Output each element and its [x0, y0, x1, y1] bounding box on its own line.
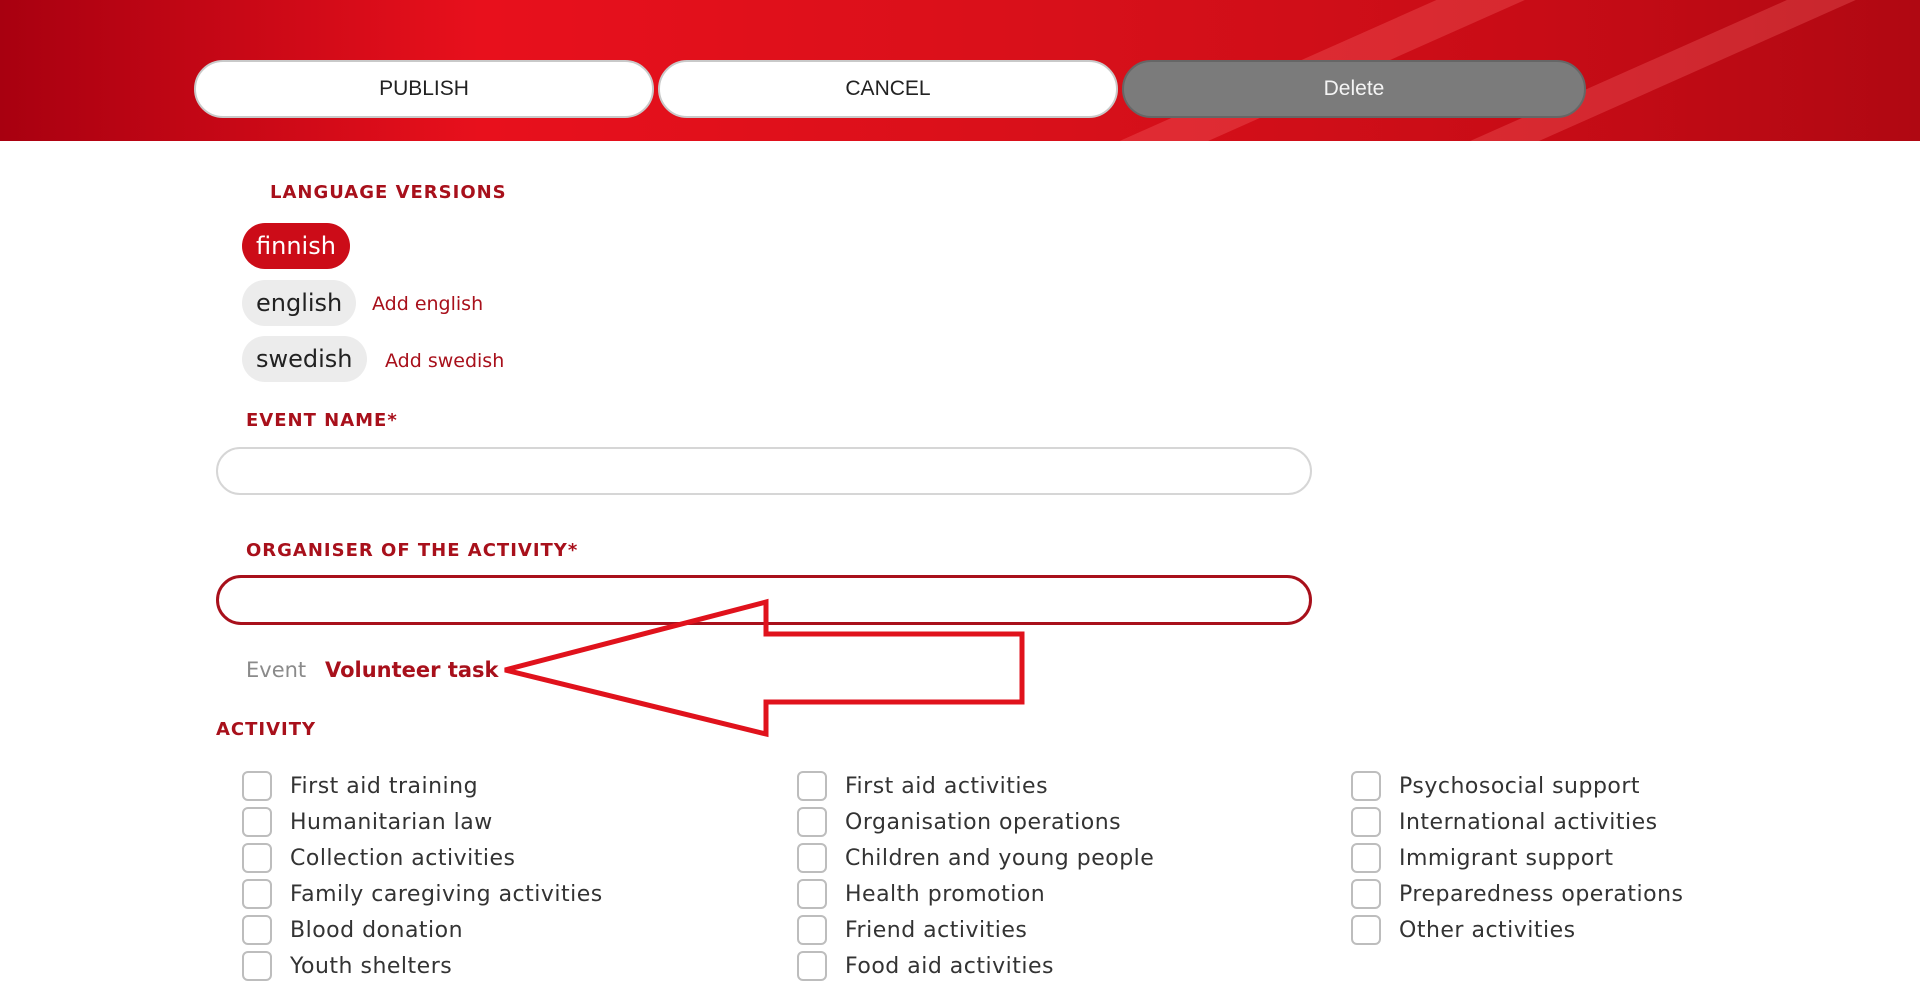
- activity-option[interactable]: Family caregiving activities: [242, 879, 603, 909]
- activity-option[interactable]: Immigrant support: [1351, 843, 1613, 873]
- activity-checkbox[interactable]: [242, 771, 272, 801]
- organiser-input[interactable]: [216, 575, 1312, 625]
- activity-option[interactable]: Food aid activities: [797, 951, 1054, 981]
- tab-event[interactable]: Event: [246, 658, 306, 682]
- activity-label: Preparedness operations: [1399, 881, 1684, 907]
- activity-label: Family caregiving activities: [290, 881, 603, 907]
- organiser-label: ORGANISER OF THE ACTIVITY*: [246, 540, 579, 561]
- language-pill-finnish[interactable]: finnish: [242, 223, 350, 269]
- add-swedish-link[interactable]: Add swedish: [385, 350, 504, 372]
- activity-checkbox[interactable]: [242, 843, 272, 873]
- activity-label: First aid activities: [845, 773, 1049, 799]
- delete-button[interactable]: Delete: [1122, 60, 1586, 118]
- activity-checkbox[interactable]: [797, 807, 827, 837]
- language-versions-heading: LANGUAGE VERSIONS: [270, 182, 507, 203]
- activity-label: International activities: [1399, 809, 1658, 835]
- activity-checkbox[interactable]: [797, 771, 827, 801]
- activity-option[interactable]: International activities: [1351, 807, 1658, 837]
- activity-label: Collection activities: [290, 845, 516, 871]
- activity-option[interactable]: Collection activities: [242, 843, 516, 873]
- activity-option[interactable]: Psychosocial support: [1351, 771, 1640, 801]
- tab-volunteer-task[interactable]: Volunteer task: [325, 658, 499, 682]
- activity-checkbox[interactable]: [1351, 879, 1381, 909]
- activity-option[interactable]: Children and young people: [797, 843, 1154, 873]
- activity-checkbox[interactable]: [1351, 807, 1381, 837]
- activity-checkbox[interactable]: [242, 807, 272, 837]
- cancel-button[interactable]: CANCEL: [658, 60, 1118, 118]
- activity-label: Food aid activities: [845, 953, 1054, 979]
- activity-label: Youth shelters: [290, 953, 453, 979]
- activity-checkbox[interactable]: [1351, 915, 1381, 945]
- activity-option[interactable]: Health promotion: [797, 879, 1045, 909]
- activity-label: Friend activities: [845, 917, 1028, 943]
- activity-option[interactable]: Friend activities: [797, 915, 1027, 945]
- activity-label: Health promotion: [845, 881, 1046, 907]
- activity-label: Blood donation: [290, 917, 464, 943]
- event-name-input[interactable]: [216, 447, 1312, 495]
- activity-checkbox[interactable]: [797, 915, 827, 945]
- activity-label: Psychosocial support: [1399, 773, 1641, 799]
- activity-checkbox[interactable]: [242, 915, 272, 945]
- language-pill-english[interactable]: english: [242, 280, 357, 326]
- activity-option[interactable]: Other activities: [1351, 915, 1576, 945]
- add-english-link[interactable]: Add english: [372, 293, 483, 315]
- activity-checkbox[interactable]: [797, 951, 827, 981]
- activity-label: Organisation operations: [845, 809, 1122, 835]
- activity-checkbox[interactable]: [1351, 843, 1381, 873]
- activity-checkbox[interactable]: [1351, 771, 1381, 801]
- activity-option[interactable]: Humanitarian law: [242, 807, 493, 837]
- activity-label: Immigrant support: [1399, 845, 1614, 871]
- activity-heading: ACTIVITY: [216, 719, 317, 740]
- activity-label: Children and young people: [845, 845, 1155, 871]
- activity-checkbox[interactable]: [797, 843, 827, 873]
- activity-label: Humanitarian law: [290, 809, 493, 835]
- activity-option[interactable]: Youth shelters: [242, 951, 452, 981]
- header-banner: ​ PUBLISH CANCEL Delete: [0, 0, 1920, 141]
- activity-label: First aid training: [290, 773, 479, 799]
- activity-option[interactable]: Organisation operations: [797, 807, 1121, 837]
- event-name-label: EVENT NAME*: [246, 410, 398, 431]
- activity-option[interactable]: Preparedness operations: [1351, 879, 1683, 909]
- activity-label: Other activities: [1399, 917, 1576, 943]
- activity-option[interactable]: First aid training: [242, 771, 478, 801]
- activity-checkbox[interactable]: [242, 879, 272, 909]
- activity-option[interactable]: Blood donation: [242, 915, 463, 945]
- publish-button[interactable]: PUBLISH: [194, 60, 654, 118]
- language-pill-swedish[interactable]: swedish: [242, 336, 367, 382]
- activity-checkbox[interactable]: [797, 879, 827, 909]
- activity-option[interactable]: First aid activities: [797, 771, 1048, 801]
- activity-checkbox[interactable]: [242, 951, 272, 981]
